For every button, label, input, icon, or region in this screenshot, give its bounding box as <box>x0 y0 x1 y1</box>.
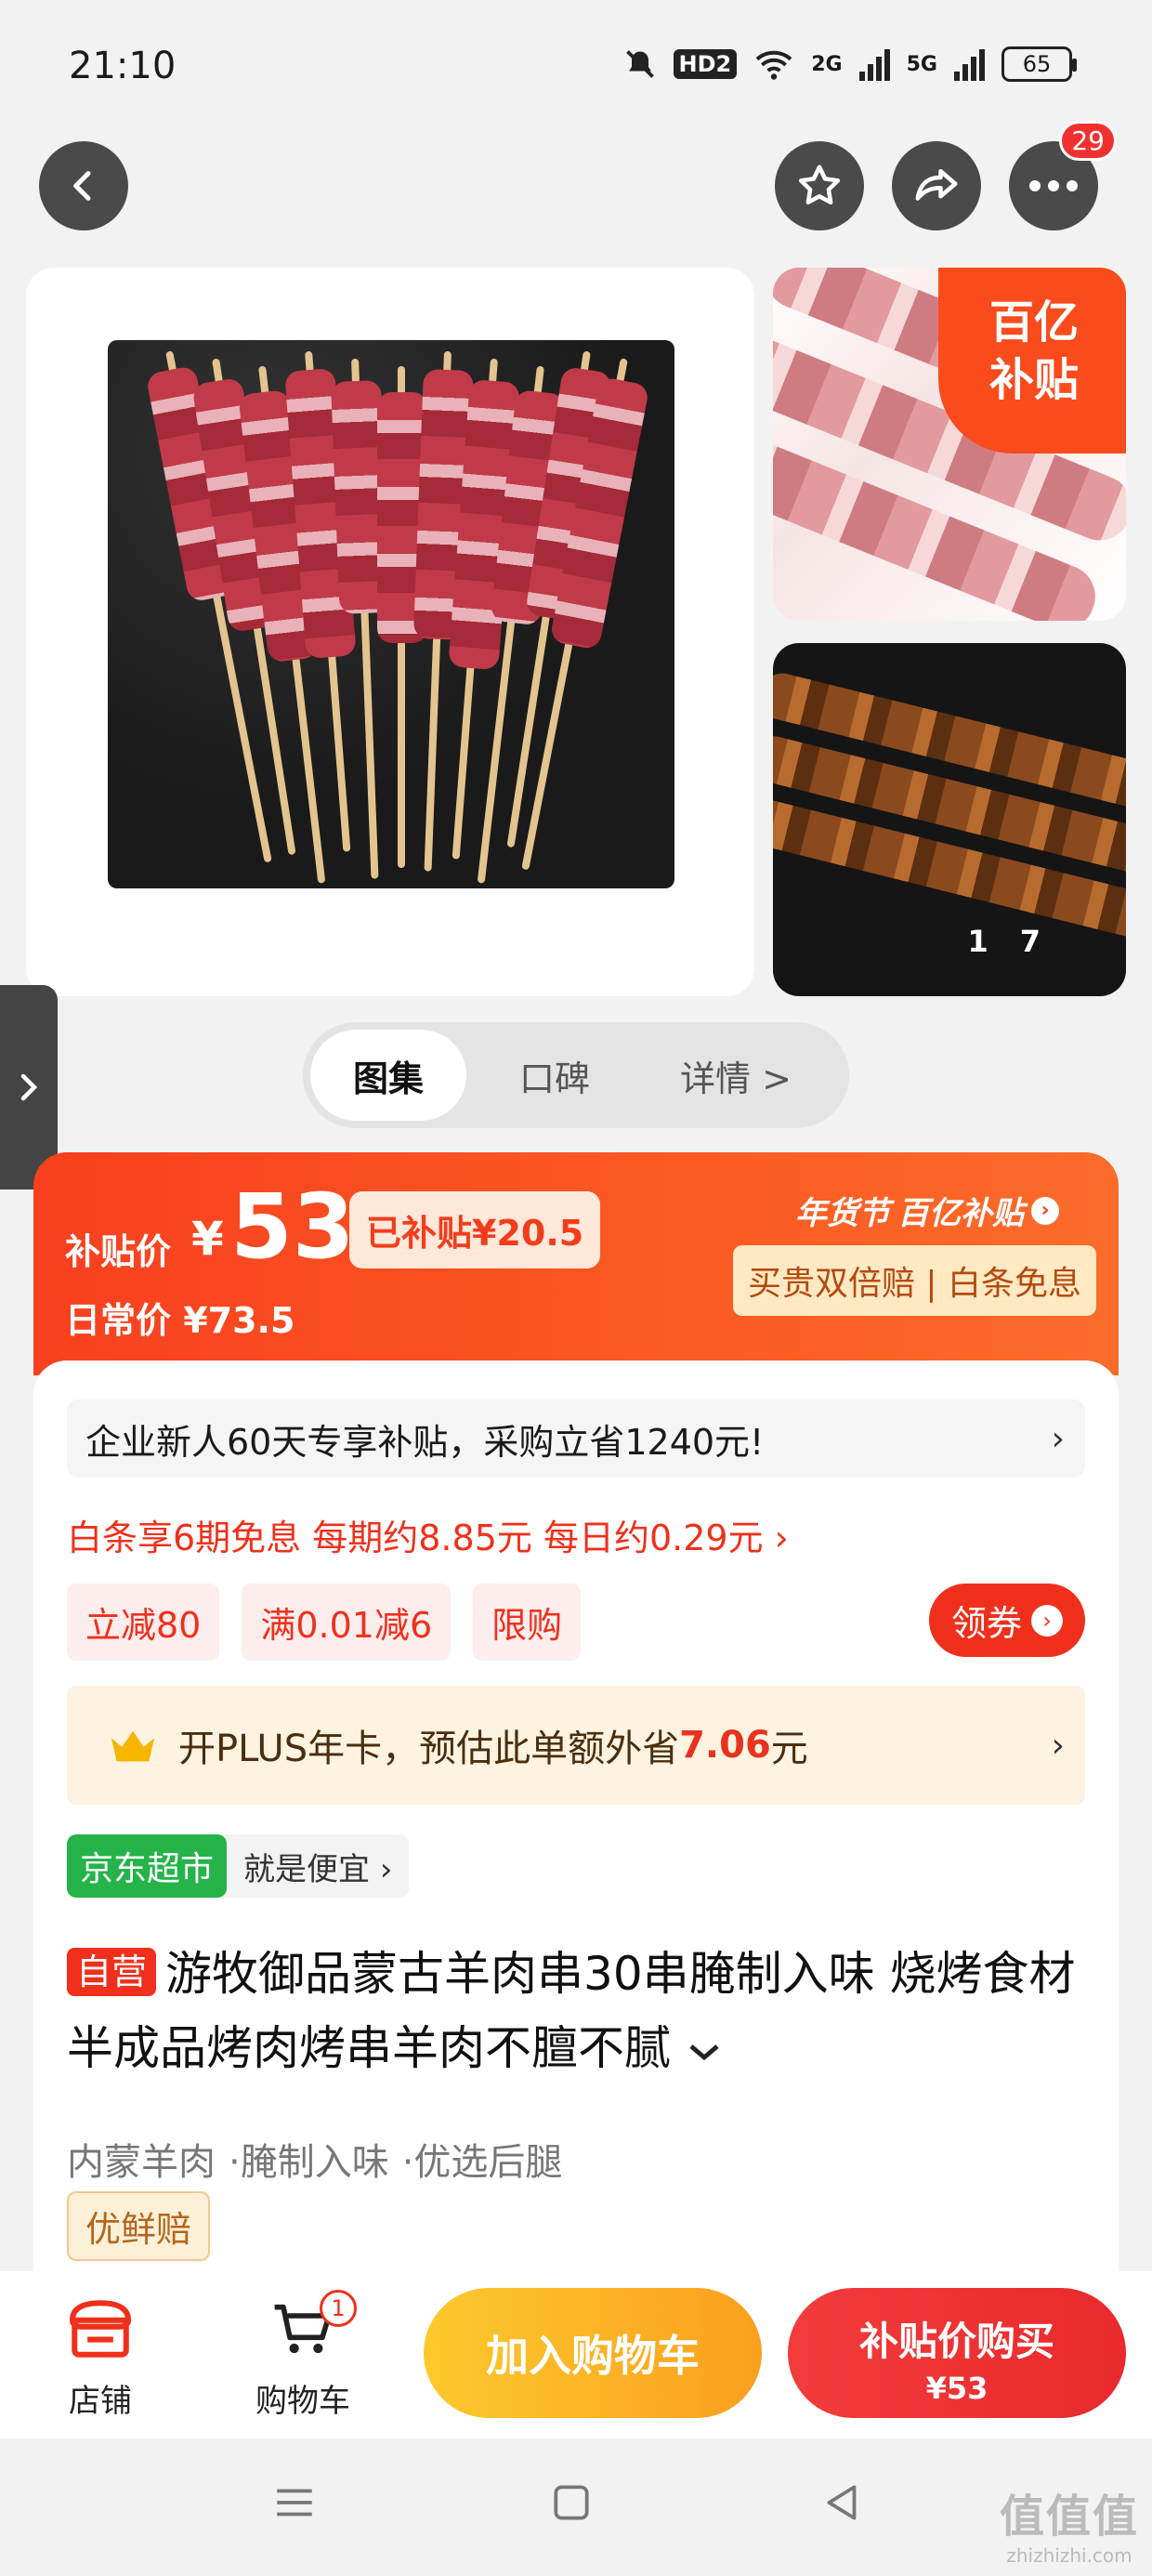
back-triangle-icon[interactable] <box>819 2479 866 2526</box>
plus-amount: 7.06 <box>679 1724 771 1767</box>
message-badge: 29 <box>1059 121 1117 161</box>
chevron-right-icon: › <box>1051 1419 1065 1458</box>
product-info-card: 企业新人60天专享补贴，采购立省1240元! › 白条享6期免息 每期约8.85… <box>33 1360 1119 2271</box>
battery-level: 65 <box>1022 51 1052 77</box>
back-button[interactable] <box>39 141 128 230</box>
status-bar: 21:10 HD2 2G 5G 65 <box>0 0 1152 130</box>
self-operated-badge: 自营 <box>67 1948 157 1996</box>
feature-item: ·腌制入味 <box>229 2141 389 2184</box>
share-icon <box>915 169 958 201</box>
thumbnail-grilled-skewers[interactable]: 17 <box>773 643 1126 996</box>
arrow-right-icon: › <box>1031 1604 1063 1636</box>
chevron-down-icon <box>689 2044 719 2061</box>
status-icons: HD2 2G 5G 65 <box>623 46 1077 82</box>
store-slogan: 就是便宜 › <box>243 1850 393 1888</box>
battery-icon: 65 <box>1001 46 1077 82</box>
bottom-action-bar: 店铺 1 购物车 加入购物车 补贴价购买 ¥53 <box>0 2271 1152 2438</box>
plus-prefix: 开PLUS年卡，预估此单额外省 <box>178 1728 680 1770</box>
event-label: 年货节 <box>795 1195 890 1232</box>
clock: 21:10 <box>69 45 177 87</box>
pager-current: 1 <box>967 924 1020 959</box>
chevron-right-icon: › <box>1051 1726 1065 1765</box>
thumbnail-raw-skewers[interactable]: 百亿 补贴 <box>773 268 1126 621</box>
pager-total: 7 <box>1019 924 1072 959</box>
arrow-right-icon: › <box>1031 1196 1059 1225</box>
billion-subsidy-tag: 百亿 补贴 <box>938 268 1126 453</box>
subsidy-price: 53 <box>230 1175 355 1279</box>
store-icon-wrap <box>35 2292 165 2366</box>
more-dots-icon <box>1029 180 1078 191</box>
share-button[interactable] <box>892 141 981 230</box>
billion-subsidy-link[interactable]: 年货节 百亿补贴 › <box>795 1188 1059 1233</box>
site-watermark: 值值值 zhizhizhi.com <box>1000 2479 1139 2567</box>
product-title[interactable]: 自营 游牧御品蒙古羊肉串30串腌制入味 烧烤食材半成品烤肉烤串羊肉不膻不腻 <box>67 1937 1098 2085</box>
wifi-icon <box>755 50 792 80</box>
chevron-right-icon <box>20 1073 38 1101</box>
buy-label: 补贴价购买 <box>858 2319 1054 2364</box>
jd-supermarket-tag[interactable]: 京东超市 就是便宜 › <box>67 1834 410 1898</box>
cart-count-badge: 1 <box>320 2290 357 2327</box>
mute-bell-icon <box>625 50 654 78</box>
watermark-url: zhizhizhi.com <box>1006 2544 1132 2567</box>
home-square-icon[interactable] <box>548 2479 595 2526</box>
subsidy-price-label: 补贴价 <box>65 1231 172 1272</box>
store-button[interactable]: 店铺 <box>35 2292 165 2421</box>
system-navigation-bar: 值值值 zhizhizhi.com <box>0 2438 1152 2576</box>
signal-bars-icon <box>858 47 890 81</box>
store-name: 京东超市 <box>67 1834 228 1898</box>
tab-details[interactable]: 详情 > <box>643 1030 829 1121</box>
cart-icon-wrap: 1 <box>238 2290 368 2366</box>
signal-2g-label: 2G <box>811 52 843 76</box>
add-to-cart-button[interactable]: 加入购物车 <box>424 2288 762 2418</box>
cart-button[interactable]: 1 购物车 <box>238 2290 368 2421</box>
coupon-label: 领券 <box>950 1603 1022 1644</box>
daily-price: 日常价 ¥73.5 <box>65 1300 295 1341</box>
currency-symbol: ¥ <box>191 1212 224 1266</box>
menu-icon[interactable] <box>271 2479 318 2526</box>
subsidy-tag-line1: 百亿 <box>988 296 1079 348</box>
feature-item: 内蒙羊肉 <box>67 2141 216 2184</box>
tab-gallery[interactable]: 图集 <box>310 1030 466 1121</box>
store-label: 店铺 <box>69 2383 132 2420</box>
buy-price: ¥53 <box>925 2371 988 2406</box>
subsidy-amount-badge: 已补贴¥20.5 <box>349 1191 601 1268</box>
promo-chip[interactable]: 立减80 <box>67 1584 220 1661</box>
product-features: 内蒙羊肉 ·腌制入味 ·优选后腿 <box>67 2132 562 2186</box>
cart-label: 购物车 <box>255 2383 350 2420</box>
plus-membership-row[interactable]: 开PLUS年卡，预估此单额外省 7.06 元 › <box>67 1686 1085 1805</box>
more-button[interactable]: 29 <box>1009 121 1117 230</box>
enterprise-promo-row[interactable]: 企业新人60天专享补贴，采购立省1240元! › <box>67 1400 1085 1478</box>
tab-reviews[interactable]: 口碑 <box>466 1030 643 1121</box>
promo-chip[interactable]: 限购 <box>473 1584 582 1661</box>
signal-5g-label: 5G <box>906 52 937 76</box>
buy-now-button[interactable]: 补贴价购买 ¥53 <box>788 2288 1126 2418</box>
guarantee-badge: 买贵双倍赔 | 白条免息 <box>732 1245 1096 1316</box>
brand-label: 百亿补贴 <box>897 1195 1024 1232</box>
watermark-logo-text: 值值值 <box>999 2491 1139 2543</box>
main-product-image[interactable] <box>26 268 754 996</box>
promo-chip[interactable]: 满0.01减6 <box>242 1584 452 1661</box>
signal-bars-icon <box>954 47 985 81</box>
crown-icon <box>111 1730 155 1762</box>
subsidy-price-banner: 补贴价 ¥ 53 已补贴¥20.5 日常价 ¥73.5 年货节 百亿补贴 › 买… <box>33 1152 1119 1375</box>
favorite-button[interactable] <box>775 141 864 230</box>
hd-icon: HD2 <box>673 49 738 79</box>
enterprise-promo-text: 企业新人60天专享补贴，采购立省1240元! <box>85 1421 765 1463</box>
store-icon <box>69 2300 132 2358</box>
promo-chips: 立减80 满0.01减6 限购 <box>67 1584 582 1661</box>
product-title-text: 游牧御品蒙古羊肉串30串腌制入味 烧烤食材半成品烤肉烤串羊肉不膻不腻 <box>67 1947 1076 2075</box>
get-coupon-button[interactable]: 领券 › <box>928 1584 1085 1657</box>
plus-suffix: 元 <box>770 1728 808 1770</box>
subsidy-tag-line2: 补贴 <box>988 354 1079 406</box>
feature-item: ·优选后腿 <box>401 2141 563 2184</box>
content-tabs: 图集 口碑 详情 > <box>303 1022 849 1128</box>
image-pager: 17 <box>967 924 1072 959</box>
fresh-guarantee-badge[interactable]: 优鲜赔 <box>67 2191 211 2261</box>
chevron-left-icon <box>73 171 91 201</box>
star-icon <box>798 164 841 205</box>
baitiao-installment-link[interactable]: 白条享6期免息 每期约8.85元 每日约0.29元 › <box>67 1509 789 1560</box>
